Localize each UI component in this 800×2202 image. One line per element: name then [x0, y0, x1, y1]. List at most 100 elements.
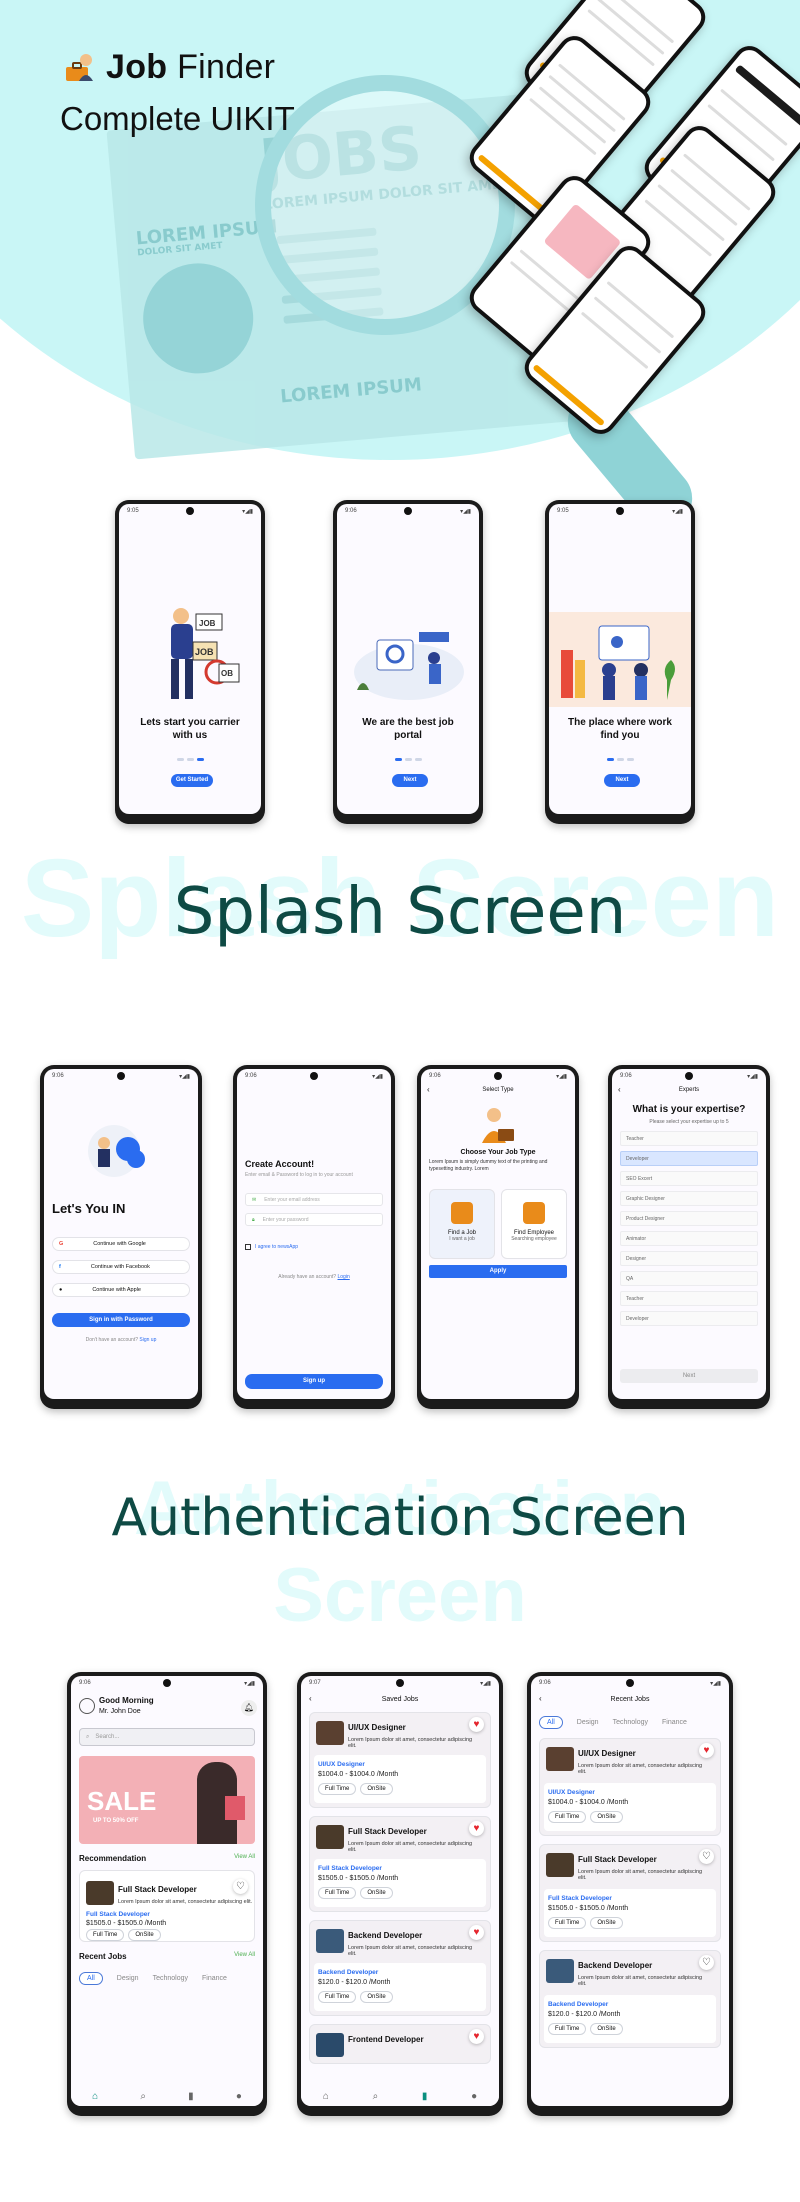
agree-checkbox[interactable] — [245, 1244, 251, 1250]
expertise-option-selected[interactable]: Developer — [620, 1151, 758, 1166]
expertise-option[interactable]: Product Designer — [620, 1211, 758, 1226]
sign-up-button[interactable]: Sign up — [245, 1374, 383, 1389]
continue-apple-button[interactable]: ● Continue with Apple — [52, 1283, 190, 1297]
job-portal-illustration — [354, 632, 464, 700]
continue-google-button[interactable]: G Continue with Google — [52, 1237, 190, 1251]
chip-full-time: Full Time — [548, 1811, 587, 1823]
job-description: Lorem Ipsum dolor sit amet, consectetur … — [348, 1841, 473, 1853]
search-icon[interactable]: ⌕ — [140, 2091, 146, 2102]
app-subtitle: Complete UIKIT — [60, 100, 295, 137]
tab-design[interactable]: Design — [117, 1975, 139, 1982]
saved-jobs-phone: 9:07 ▾◢▮ ‹ Saved Jobs UI/UX Designer Lore… — [297, 1672, 503, 2116]
home-icon[interactable]: ⌂ — [92, 2091, 98, 2102]
avatar[interactable] — [79, 1698, 95, 1714]
tab-technology[interactable]: Technology — [153, 1975, 188, 1982]
chip-onsite: OnSite — [590, 1811, 623, 1823]
expertise-option[interactable]: Animator — [620, 1231, 758, 1246]
expertise-option[interactable]: Developer — [620, 1311, 758, 1326]
next-button[interactable]: Next — [620, 1369, 758, 1383]
profile-icon[interactable]: ● — [236, 2091, 242, 2102]
shopping-bag-icon — [225, 1796, 245, 1820]
recent-jobs-heading: Recent Jobs — [79, 1952, 127, 1961]
signup-link[interactable]: Sign up — [139, 1337, 156, 1343]
tab-finance[interactable]: Finance — [662, 1719, 687, 1726]
apply-button[interactable]: Apply — [429, 1265, 567, 1278]
home-icon[interactable]: ⌂ — [323, 2091, 329, 2102]
saved-job-card[interactable]: Frontend Developer ♥ — [309, 2024, 491, 2064]
bookmark-icon[interactable]: ▮ — [188, 2091, 194, 2102]
expertise-list: Teacher Developer SEO Excert Graphic Des… — [620, 1131, 758, 1331]
tab-finance[interactable]: Finance — [202, 1975, 227, 1982]
recommended-job-card[interactable]: Full Stack Developer Lorem Ipsum dolor s… — [79, 1870, 255, 1942]
svg-text:JOB: JOB — [199, 619, 216, 628]
login-prompt: Already have an account? Login — [278, 1274, 350, 1280]
job-thumbnail — [86, 1881, 114, 1905]
job-thumbnail — [316, 2033, 344, 2057]
status-time: 9:06 — [345, 508, 357, 514]
view-all-link[interactable]: View All — [234, 1854, 255, 1860]
job-salary: $120.0 - $120.0 /Month — [548, 2011, 621, 2018]
tab-design[interactable]: Design — [577, 1719, 599, 1726]
page-indicator — [549, 758, 691, 761]
find-job-option[interactable]: Find a Job I want a job — [429, 1189, 495, 1259]
password-field[interactable]: 🔒︎ Enter your password — [245, 1213, 383, 1226]
job-seeker-icon — [451, 1202, 473, 1224]
next-button[interactable]: Next — [604, 774, 640, 787]
google-icon: G — [59, 1241, 64, 1247]
home-phone: 9:06 ▾◢▮ Good Morning Mr. John Doe 🔔︎ ⌕ Se… — [67, 1672, 267, 2116]
banner-sale-text: SALE — [87, 1786, 157, 1816]
heart-filled-icon[interactable]: ♥ — [699, 1743, 714, 1758]
profile-icon[interactable]: ● — [471, 2091, 477, 2102]
job-thumbnail — [316, 1929, 344, 1953]
screen-header: Saved Jobs — [381, 1696, 419, 1703]
search-icon[interactable]: ⌕ — [373, 2091, 379, 2102]
recent-job-card[interactable]: Full Stack Developer Lorem Ipsum dolor s… — [539, 1844, 721, 1942]
tab-all[interactable]: All — [79, 1972, 103, 1985]
heart-filled-icon[interactable]: ♥ — [469, 2029, 484, 2044]
search-input[interactable]: ⌕ Search... — [79, 1728, 255, 1746]
heart-icon[interactable]: ♡ — [233, 1879, 248, 1894]
saved-job-card[interactable]: Full Stack Developer Lorem Ipsum dolor s… — [309, 1816, 491, 1912]
globe-icon — [138, 258, 258, 378]
continue-facebook-button[interactable]: f Continue with Facebook — [52, 1260, 190, 1274]
saved-job-card[interactable]: Backend Developer Lorem Ipsum dolor sit … — [309, 1920, 491, 2016]
job-role: Full Stack Developer — [86, 1911, 150, 1918]
bell-icon[interactable]: 🔔︎ — [241, 1700, 257, 1716]
expertise-option[interactable]: QA — [620, 1271, 758, 1286]
expertise-option[interactable]: SEO Excert — [620, 1171, 758, 1186]
banner-subtext: UP TO 50% OFF — [93, 1818, 139, 1824]
expertise-option[interactable]: Graphic Designer — [620, 1191, 758, 1206]
recent-job-card[interactable]: Backend Developer Lorem Ipsum dolor sit … — [539, 1950, 721, 2048]
create-subtitle: Enter email & Password to log in to your… — [245, 1172, 353, 1178]
get-started-button[interactable]: Get Started — [171, 774, 213, 787]
job-role: Full Stack Developer — [548, 1895, 612, 1902]
job-role: UI/UX Designer — [318, 1761, 365, 1768]
heart-icon[interactable]: ♡ — [699, 1955, 714, 1970]
heart-filled-icon[interactable]: ♥ — [469, 1925, 484, 1940]
expertise-option[interactable]: Designer — [620, 1251, 758, 1266]
email-field[interactable]: ✉ Enter your email address — [245, 1193, 383, 1206]
login-link[interactable]: Login — [337, 1274, 349, 1280]
tab-technology[interactable]: Technology — [613, 1719, 648, 1726]
heart-filled-icon[interactable]: ♥ — [469, 1821, 484, 1836]
brand: Job Finder — [64, 48, 275, 87]
agree-row[interactable]: I agree to newsApp — [245, 1244, 298, 1250]
view-all-link[interactable]: View All — [234, 1952, 255, 1958]
svg-text:OB: OB — [221, 669, 233, 678]
heart-icon[interactable]: ♡ — [699, 1849, 714, 1864]
status-time: 9:07 — [309, 1680, 321, 1686]
saved-job-card[interactable]: UI/UX Designer Lorem Ipsum dolor sit ame… — [309, 1712, 491, 1808]
next-button[interactable]: Next — [392, 774, 428, 787]
experts-phone: 9:06 ▾◢▮ ‹ Experts What is your expertise… — [608, 1065, 770, 1409]
expertise-option[interactable]: Teacher — [620, 1131, 758, 1146]
bookmark-icon[interactable]: ▮ — [422, 2091, 428, 2102]
tab-all[interactable]: All — [539, 1716, 563, 1729]
recent-job-card[interactable]: UI/UX Designer Lorem Ipsum dolor sit ame… — [539, 1738, 721, 1836]
find-employee-option[interactable]: Find Employee Searching employee — [501, 1189, 567, 1259]
sign-in-password-button[interactable]: Sign in with Password — [52, 1313, 190, 1327]
page: JOBS LOREM IPSUM DOLOR SIT AMET LOREM IP… — [0, 0, 800, 2202]
status-time: 9:06 — [79, 1680, 91, 1686]
heart-filled-icon[interactable]: ♥ — [469, 1717, 484, 1732]
expertise-option[interactable]: Teacher — [620, 1291, 758, 1306]
promo-banner[interactable]: SALE UP TO 50% OFF — [79, 1756, 255, 1844]
